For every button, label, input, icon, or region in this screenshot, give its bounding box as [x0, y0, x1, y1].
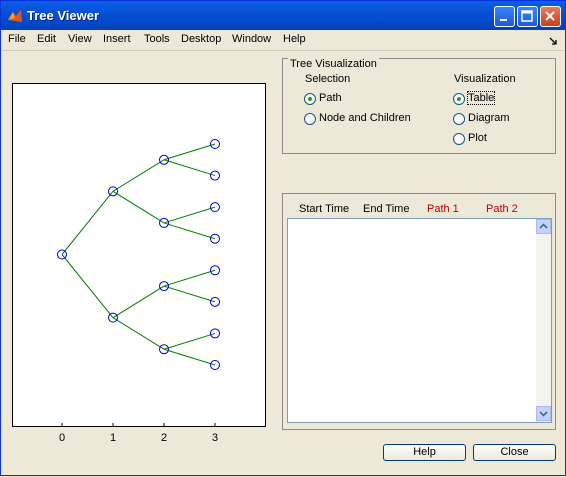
help-button[interactable]: Help	[383, 444, 466, 461]
tree-edge	[112, 190, 165, 224]
radio-diagram[interactable]	[453, 113, 465, 125]
x-tick-label: 0	[58, 432, 66, 444]
tree-edge	[112, 159, 165, 192]
tree-edge	[61, 254, 114, 318]
radio-table[interactable]	[453, 93, 465, 105]
radio-path-label[interactable]: Path	[319, 92, 342, 104]
scroll-up-button[interactable]	[536, 219, 551, 234]
tree-edge	[112, 285, 165, 319]
tree-edge	[163, 332, 216, 350]
tree-nodes	[57, 139, 220, 370]
tree-edges	[61, 143, 216, 366]
tree-edge	[163, 285, 216, 303]
chevron-down-icon	[539, 411, 548, 417]
tree-edge	[163, 269, 216, 287]
tree-visualization-title: Tree Visualization	[288, 58, 379, 70]
scroll-down-button[interactable]	[536, 406, 551, 421]
radio-table-label[interactable]: Table	[466, 91, 496, 105]
tree-edge	[163, 222, 216, 240]
tree-edge	[112, 317, 165, 350]
selection-label: Selection	[305, 73, 351, 85]
radio-node-and-children[interactable]	[304, 113, 316, 125]
radio-plot-label[interactable]: Plot	[468, 132, 487, 144]
tree-edge	[163, 348, 216, 366]
close-button[interactable]: Close	[473, 444, 556, 461]
x-tick-label: 1	[109, 432, 117, 444]
tree-edge	[61, 191, 114, 255]
tree-edge	[163, 159, 216, 177]
chevron-up-icon	[539, 223, 548, 229]
radio-diagram-label[interactable]: Diagram	[468, 112, 510, 124]
visualization-label: Visualization	[454, 73, 516, 85]
radio-node-and-children-label[interactable]: Node and Children	[319, 112, 411, 124]
vertical-scrollbar[interactable]	[536, 219, 551, 422]
x-tick-label: 2	[160, 432, 168, 444]
table-list[interactable]	[287, 218, 552, 423]
col-end-time: End Time	[363, 203, 410, 215]
col-path-2: Path 2	[486, 203, 518, 215]
tree-edge	[163, 143, 216, 161]
x-tick-label: 3	[211, 432, 219, 444]
tree-edge	[163, 206, 216, 224]
x-axis-ticks	[61, 423, 216, 427]
col-path-1: Path 1	[427, 203, 459, 215]
tree-viewer-window: Tree Viewer File Edit View Insert Tools …	[0, 0, 566, 476]
radio-plot[interactable]	[453, 133, 465, 145]
col-start-time: Start Time	[299, 203, 350, 215]
radio-path[interactable]	[304, 93, 316, 105]
